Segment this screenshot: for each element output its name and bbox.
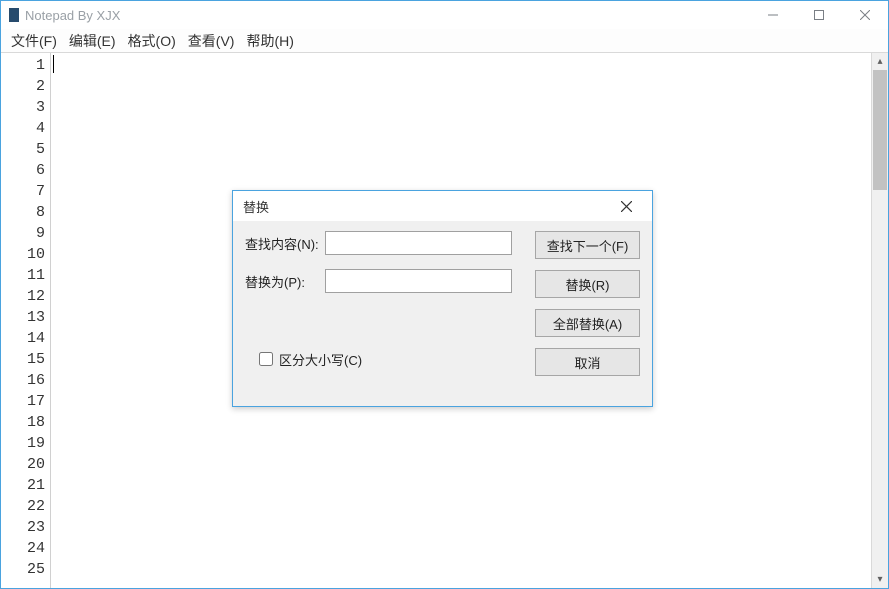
line-number: 22 [1,496,45,517]
dialog-title-bar: 替换 [233,191,652,221]
line-number: 9 [1,223,45,244]
line-number: 15 [1,349,45,370]
menu-format[interactable]: 格式(O) [122,29,182,53]
line-number: 25 [1,559,45,580]
replace-dialog: 替换 查找内容(N): 替换为(P): 查找下一个(F) 替换(R) 全部替换(… [232,190,653,407]
window-title: Notepad By XJX [25,8,120,23]
minimize-button[interactable] [750,1,796,29]
line-number: 13 [1,307,45,328]
menu-file[interactable]: 文件(F) [5,29,63,53]
line-number: 4 [1,118,45,139]
scrollbar-thumb[interactable] [873,70,887,190]
match-case-checkbox[interactable] [259,352,273,366]
maximize-button[interactable] [796,1,842,29]
line-number: 23 [1,517,45,538]
line-number: 11 [1,265,45,286]
menu-help[interactable]: 帮助(H) [240,29,299,53]
replace-label: 替换为(P): [245,272,325,291]
dialog-body: 查找内容(N): 替换为(P): 查找下一个(F) 替换(R) 全部替换(A) … [233,221,652,243]
replace-all-button[interactable]: 全部替换(A) [535,309,640,337]
app-icon [9,8,19,22]
line-number: 12 [1,286,45,307]
dialog-close-button[interactable] [606,191,646,221]
window-controls [750,1,888,29]
title-bar: Notepad By XJX [1,1,888,29]
text-cursor [53,55,54,73]
replace-button[interactable]: 替换(R) [535,270,640,298]
find-input[interactable] [325,231,512,255]
menu-edit[interactable]: 编辑(E) [63,29,122,53]
find-next-button[interactable]: 查找下一个(F) [535,231,640,259]
line-number: 17 [1,391,45,412]
line-number: 7 [1,181,45,202]
menu-bar: 文件(F) 编辑(E) 格式(O) 查看(V) 帮助(H) [1,29,888,53]
line-number: 10 [1,244,45,265]
line-number: 5 [1,139,45,160]
match-case-row[interactable]: 区分大小写(C) [255,349,362,369]
scroll-up-arrow[interactable]: ▴ [872,53,888,70]
line-number: 24 [1,538,45,559]
scroll-down-arrow[interactable]: ▾ [872,571,888,588]
line-number: 2 [1,76,45,97]
replace-input[interactable] [325,269,512,293]
line-number: 19 [1,433,45,454]
line-number: 14 [1,328,45,349]
line-number: 18 [1,412,45,433]
cancel-button[interactable]: 取消 [535,348,640,376]
line-number: 8 [1,202,45,223]
vertical-scrollbar[interactable]: ▴ ▾ [871,53,888,588]
line-number: 21 [1,475,45,496]
dialog-title: 替换 [243,197,269,216]
line-number: 20 [1,454,45,475]
find-label: 查找内容(N): [245,234,325,253]
line-number: 3 [1,97,45,118]
menu-view[interactable]: 查看(V) [182,29,241,53]
close-button[interactable] [842,1,888,29]
line-number: 1 [1,55,45,76]
line-number: 16 [1,370,45,391]
match-case-label: 区分大小写(C) [279,350,362,369]
line-number-gutter: 1234567891011121314151617181920212223242… [1,53,51,588]
line-number: 6 [1,160,45,181]
